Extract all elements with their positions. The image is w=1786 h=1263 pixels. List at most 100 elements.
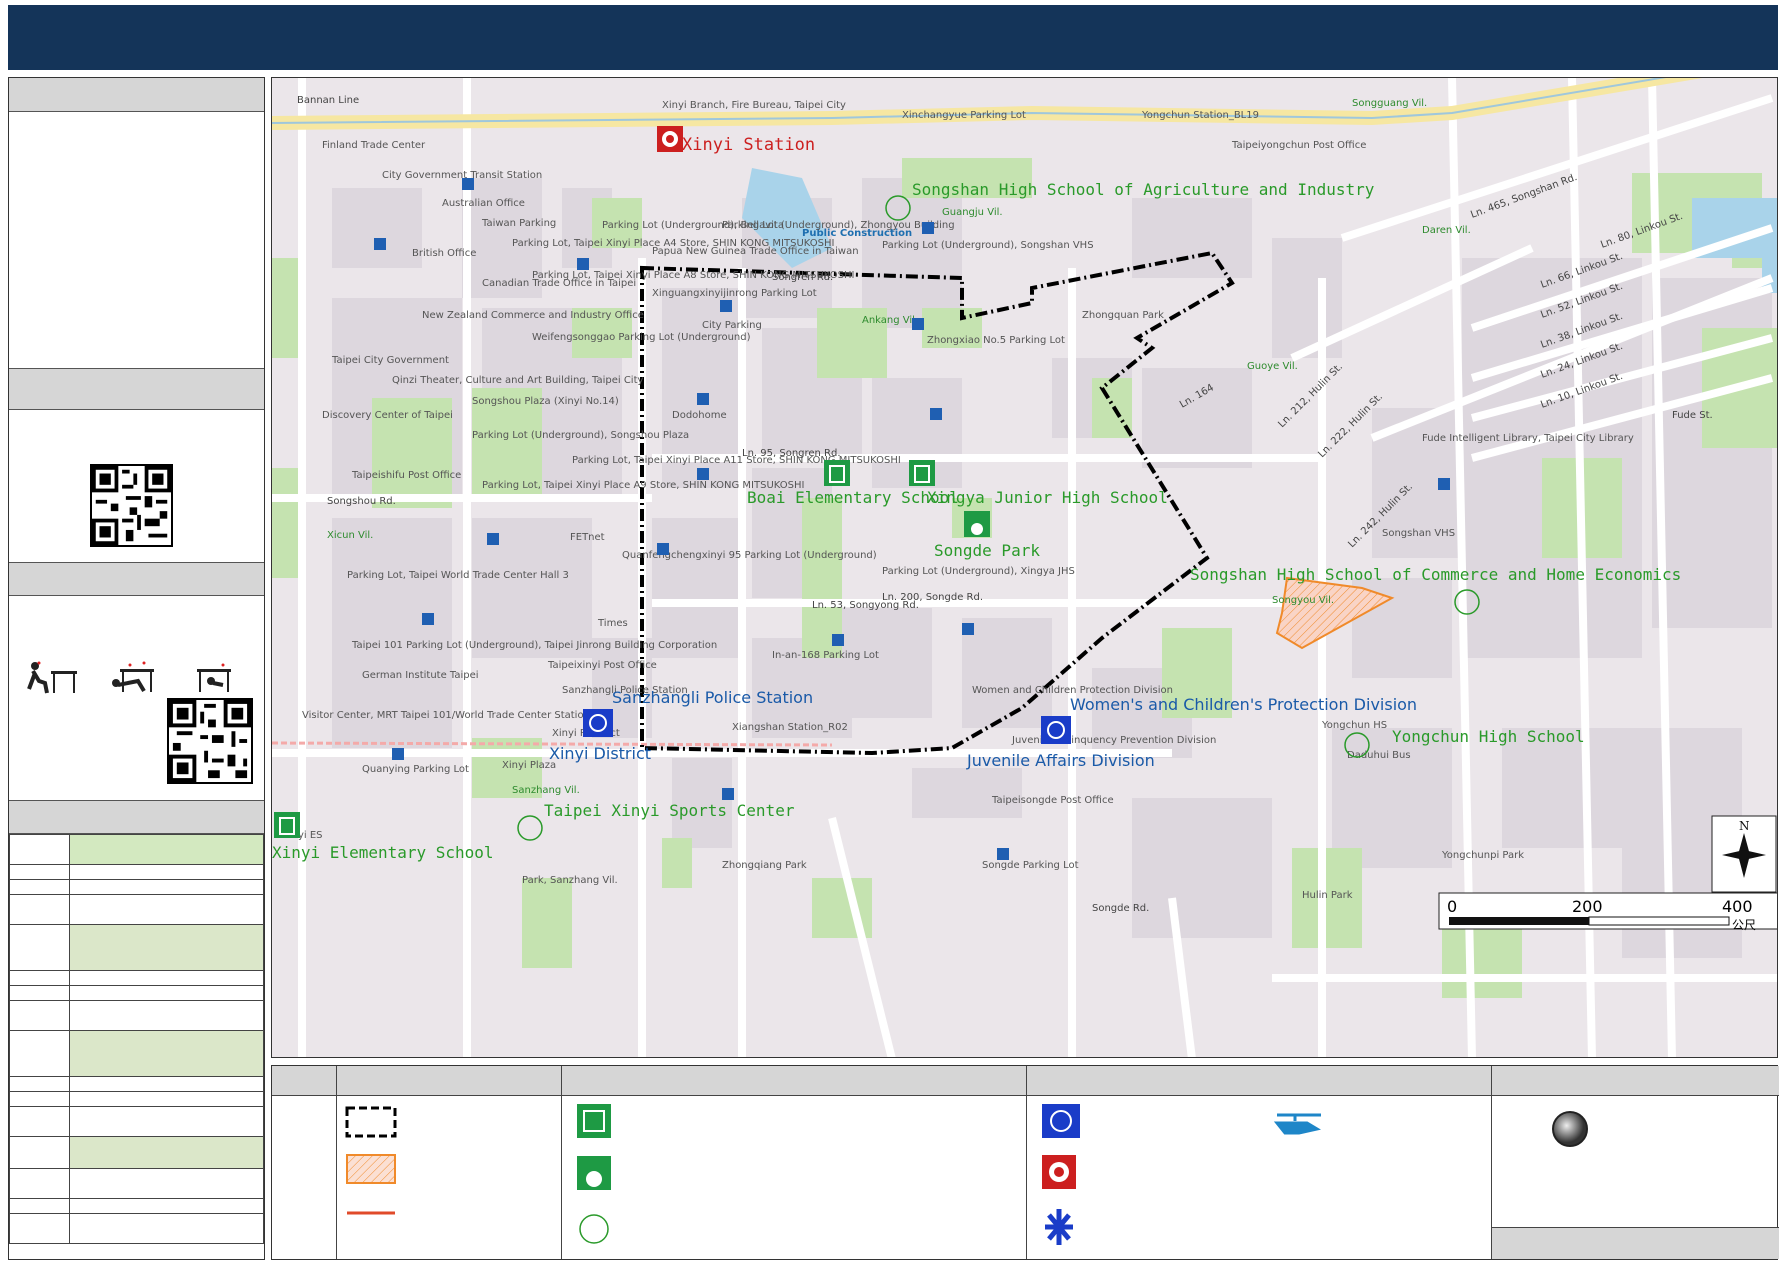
map-label: Times — [597, 618, 628, 629]
police-label: Xinyi District — [549, 744, 651, 763]
park-shelter-icon — [577, 1156, 611, 1190]
map-label: Australian Office — [442, 198, 525, 209]
qr-pattern-2 — [169, 700, 251, 782]
police-label: Women's and Children's Protection Divisi… — [1070, 695, 1417, 714]
info-cell — [9, 1198, 70, 1214]
side-header-3 — [9, 562, 264, 596]
fire-station-icon[interactable] — [657, 126, 683, 152]
legend-header — [272, 1066, 336, 1096]
info-cell — [9, 1091, 70, 1107]
map-label: Parking Lot (Underground), Bellavita — [602, 220, 784, 231]
info-table — [9, 834, 264, 1244]
map-label: Songde Parking Lot — [982, 860, 1079, 871]
village-label: Songyou Vil. — [1272, 595, 1334, 606]
qr-code-2[interactable] — [167, 698, 253, 784]
map-label: Discovery Center of Taipei — [322, 410, 453, 421]
map-label: German Institute Taipei — [362, 670, 479, 681]
map-label: Park, Sanzhang Vil. — [522, 875, 618, 886]
map-label: Weifengsonggao Parking Lot (Underground) — [532, 332, 751, 343]
info-cell — [69, 1198, 264, 1214]
info-cell — [9, 985, 70, 1001]
road-label: Ln. 95, Songren Rd. — [742, 448, 841, 459]
info-cell — [69, 1030, 264, 1077]
map-label: Yongchunpi Park — [1441, 850, 1524, 861]
park-shelter-icon[interactable] — [964, 511, 990, 537]
info-cell — [9, 1213, 70, 1244]
map-label: Xinchangyue Parking Lot — [902, 110, 1026, 121]
map-label: FETnet — [570, 532, 605, 543]
park-label: Songde Park — [934, 541, 1040, 560]
village-label: Daren Vil. — [1422, 225, 1471, 236]
info-cell — [9, 970, 70, 986]
map-label: Visitor Center, MRT Taipei 101/World Tra… — [302, 710, 590, 721]
map-label: British Office — [412, 248, 476, 259]
legend-header — [1492, 1066, 1779, 1096]
备-icon — [579, 1214, 609, 1244]
info-cell — [9, 879, 70, 895]
info-cell — [9, 924, 70, 971]
map-label: Taipei City Government — [331, 355, 449, 366]
school-label: Yongchun High School — [1392, 727, 1585, 746]
shelter-icon[interactable] — [274, 812, 300, 838]
village-label: Guoye Vil. — [1247, 361, 1298, 372]
road-label: Fude St. — [1672, 410, 1713, 421]
info-cell — [69, 924, 264, 971]
map-label: Parking Lot, Taipei Xinyi Place A11 Stor… — [572, 455, 901, 466]
map-label: Fude Intelligent Library, Taipei City Li… — [1422, 433, 1634, 444]
village-label: Sanzhang Vil. — [512, 785, 580, 796]
scale-tick: 400 — [1722, 897, 1753, 916]
side-panel — [8, 77, 265, 1260]
map-label: Dodohome — [672, 410, 727, 421]
road-label: Songshou Rd. — [327, 496, 396, 507]
police-label: Juvenile Affairs Division — [966, 751, 1155, 770]
scale-tick: 0 — [1447, 897, 1457, 916]
police-icon[interactable] — [1041, 716, 1071, 744]
shelter-icon[interactable] — [909, 460, 935, 486]
school-label: Xingya Junior High School — [927, 488, 1168, 507]
school-label: Xinyi Elementary School — [272, 843, 494, 862]
map-label: City Parking — [702, 320, 762, 331]
medical-icon — [1045, 1209, 1073, 1245]
legend-col1-icons — [345, 1106, 397, 1215]
scale-unit: 公尺 — [1732, 918, 1756, 932]
fire-station-icon — [1042, 1155, 1076, 1189]
legend-col-1 — [336, 1066, 561, 1259]
school-label: Songshan High School of Commerce and Hom… — [1190, 565, 1681, 584]
police-label: Sanzhangli Police Station — [612, 688, 813, 707]
legend-col-2 — [561, 1066, 1026, 1259]
map-label: Qinzi Theater, Culture and Art Building,… — [392, 375, 644, 386]
info-cell — [9, 864, 70, 880]
map-label: Hulin Park — [1302, 890, 1353, 901]
info-cell — [69, 970, 264, 986]
info-cell — [9, 1076, 70, 1092]
side-header-4 — [9, 800, 264, 834]
road-label: Songren Rd. — [772, 272, 833, 283]
village-label: Songguang Vil. — [1352, 98, 1427, 109]
village-label: Xicun Vil. — [327, 530, 373, 541]
map-canvas[interactable]: Public Construction Finland Trade Center… — [272, 78, 1778, 1058]
map-frame[interactable]: Public Construction Finland Trade Center… — [271, 77, 1778, 1058]
shelter-icon — [577, 1104, 611, 1138]
scale-tick: 200 — [1572, 897, 1603, 916]
village-label: Ankang Vil. — [862, 315, 918, 326]
info-cell — [9, 894, 70, 925]
info-cell — [69, 1000, 264, 1031]
map-label: New Zealand Commerce and Industry Office — [422, 310, 644, 321]
info-cell — [69, 1106, 264, 1137]
map-label: Xinguangxinyijinrong Parking Lot — [652, 288, 817, 299]
qr-pattern-1 — [92, 466, 171, 545]
legend-col3-icons — [1042, 1104, 1321, 1245]
legend-header — [562, 1066, 1026, 1096]
info-cell — [69, 894, 264, 925]
info-cell — [9, 1136, 70, 1169]
police-icon[interactable] — [583, 709, 613, 737]
info-cell — [9, 1030, 70, 1077]
qr-code-1[interactable] — [90, 464, 173, 547]
police-icon — [1042, 1104, 1080, 1138]
map-label: Xiangshan Station_R02 — [732, 722, 848, 733]
title-bar — [8, 5, 1778, 70]
legend-col2-icons — [577, 1104, 611, 1244]
info-cell — [9, 1000, 70, 1031]
shelter-icon[interactable] — [824, 460, 850, 486]
info-cell — [9, 1106, 70, 1137]
